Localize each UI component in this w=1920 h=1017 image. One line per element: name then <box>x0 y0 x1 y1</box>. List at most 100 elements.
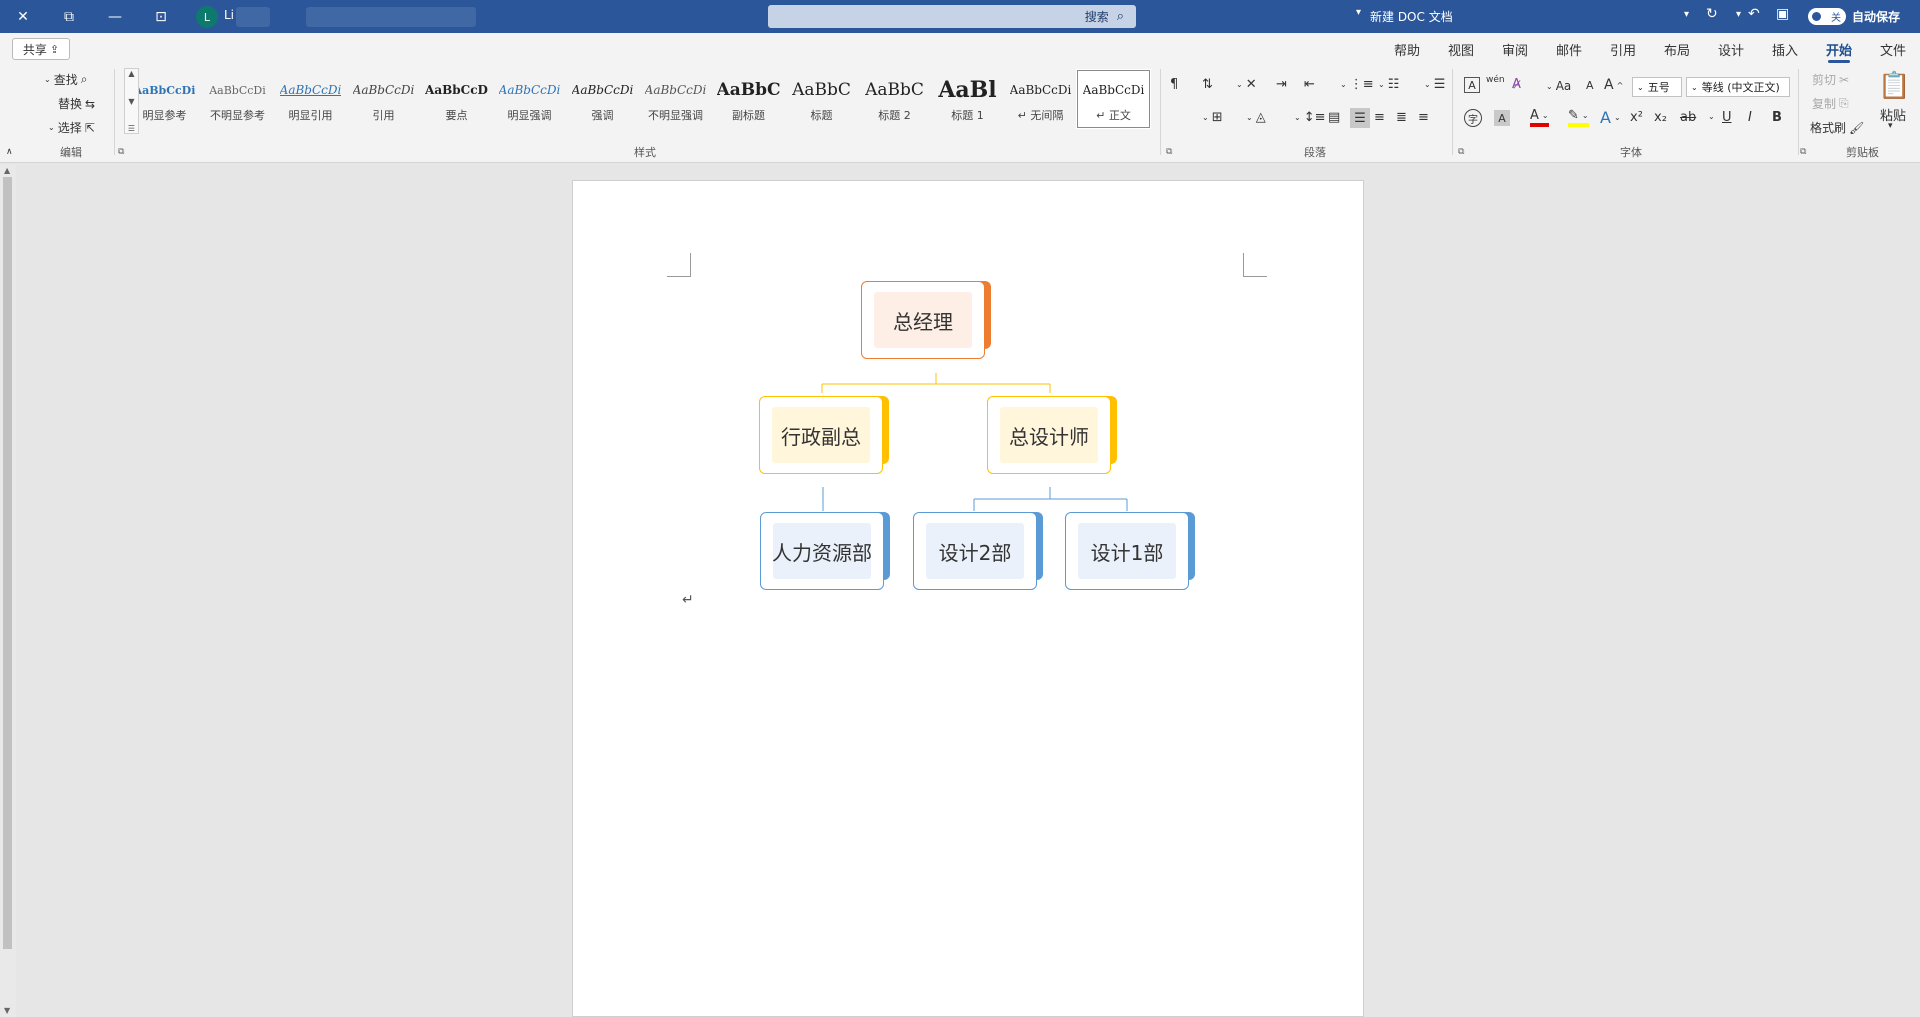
borders-button[interactable]: ⌄ ⊞ <box>1202 110 1223 125</box>
decrease-indent-icon[interactable]: ⇤ <box>1304 77 1315 92</box>
tab-references[interactable]: 引用 <box>1610 40 1636 59</box>
text-effects-button[interactable]: A ⌄ <box>1600 108 1621 127</box>
style-title[interactable]: AaBbC 标题 <box>785 70 858 128</box>
org-node-design-dept-1[interactable]: 设计1部 <box>1065 512 1195 590</box>
tab-mailings[interactable]: 邮件 <box>1556 40 1582 59</box>
style-intense-emphasis[interactable]: AaBbCcDi 明显强调 <box>493 70 566 128</box>
style-heading-1[interactable]: AaBl 标题 1 <box>931 70 1004 128</box>
collapse-ribbon-icon[interactable]: ∧ <box>6 147 13 157</box>
undo-dropdown-icon[interactable]: ▾ <box>1736 9 1741 20</box>
tab-file[interactable]: 文件 <box>1880 40 1906 59</box>
org-node-hr-dept[interactable]: 人力资源部 <box>760 512 890 590</box>
minimize-button[interactable]: — <box>92 0 138 33</box>
grow-font-button[interactable]: A ^ <box>1604 77 1623 93</box>
bold-button[interactable]: B <box>1772 110 1782 125</box>
restore-button[interactable]: ⧉ <box>46 0 92 33</box>
styles-launcher-icon[interactable]: ⧉ <box>118 147 124 157</box>
style-heading-2[interactable]: AaBbC 标题 2 <box>858 70 931 128</box>
underline-dropdown-icon[interactable]: ⌄ <box>1708 112 1715 121</box>
increase-indent-icon[interactable]: ⇥ <box>1276 77 1287 92</box>
style-intense-quote[interactable]: AaBbCcDi 明显引用 <box>274 70 347 128</box>
align-center-icon[interactable]: ≣ <box>1396 110 1407 125</box>
font-name-select[interactable]: ⌄ 等线 (中文正文) <box>1686 77 1790 97</box>
tab-insert[interactable]: 插入 <box>1772 40 1798 59</box>
justify-icon[interactable]: ☰ <box>1350 108 1370 128</box>
strikethrough-button[interactable]: ab <box>1680 110 1696 125</box>
line-spacing-button[interactable]: ⌄ ↕≡ <box>1294 110 1326 125</box>
char-border-icon[interactable]: A <box>1464 77 1480 93</box>
save-icon[interactable]: ▣ <box>1776 6 1789 22</box>
sort-icon[interactable]: ⇅ <box>1202 77 1213 92</box>
paste-icon[interactable]: 📋 <box>1878 71 1910 101</box>
chevron-up-icon[interactable]: ▲ <box>128 69 134 78</box>
replace-button[interactable]: 替换 ⇆ <box>58 95 95 112</box>
underline-button[interactable]: U <box>1722 110 1732 125</box>
close-button[interactable]: ✕ <box>0 0 46 33</box>
scroll-thumb[interactable] <box>3 177 12 949</box>
org-node-root[interactable]: 总经理 <box>861 281 991 359</box>
align-right-icon[interactable]: ≡ <box>1374 110 1385 125</box>
share-button[interactable]: 共享 ⇪ <box>12 38 70 60</box>
highlight-button[interactable]: ✎ ⌄ <box>1568 108 1589 127</box>
cut-button[interactable]: 剪切 ✂ <box>1812 71 1849 88</box>
chinese-layout-button[interactable]: ⌄ ✕ <box>1236 77 1257 92</box>
subscript-button[interactable]: x₂ <box>1654 110 1667 125</box>
style-quote[interactable]: AaBbCcDi 引用 <box>347 70 420 128</box>
style-strong[interactable]: AaBbCcD 要点 <box>420 70 493 128</box>
char-shading-button[interactable]: A <box>1494 110 1510 126</box>
org-node-design-dept-2[interactable]: 设计2部 <box>913 512 1043 590</box>
styles-gallery-scroll[interactable]: ▲ ▼ ☰ <box>124 68 139 134</box>
font-color-button[interactable]: A ⌄ <box>1530 108 1549 127</box>
style-emphasis[interactable]: AaBbCcDi 强调 <box>566 70 639 128</box>
avatar[interactable]: L <box>196 6 218 28</box>
document-title[interactable]: 新建 DOC 文档 <box>1370 8 1453 25</box>
shading-button[interactable]: ⌄ ◬ <box>1246 110 1266 125</box>
autosave-toggle[interactable]: 关 <box>1808 8 1846 25</box>
scroll-down-icon[interactable]: ▼ <box>4 1006 10 1015</box>
customize-qat-icon[interactable]: ▾ <box>1684 9 1689 20</box>
title-dropdown-icon[interactable]: ▾ <box>1356 7 1361 18</box>
more-styles-icon[interactable]: ☰ <box>128 124 135 133</box>
clipboard-launcher-icon[interactable]: ⧉ <box>1800 147 1806 157</box>
select-button[interactable]: ⌄ 选择 ⇱ <box>48 119 95 136</box>
enclose-char-button[interactable]: 字 <box>1464 109 1482 127</box>
undo-icon[interactable]: ↶ <box>1748 6 1760 22</box>
paragraph-launcher-icon[interactable]: ⧉ <box>1166 147 1172 157</box>
clear-format-icon[interactable]: A̷ <box>1512 77 1521 92</box>
tab-help[interactable]: 帮助 <box>1394 40 1420 59</box>
tab-view[interactable]: 视图 <box>1448 40 1474 59</box>
tab-home[interactable]: 开始 <box>1826 40 1852 63</box>
search-input[interactable]: 搜索 ⌕ <box>768 5 1136 28</box>
tab-layout[interactable]: 布局 <box>1664 40 1690 59</box>
style-normal[interactable]: AaBbCcDi ↵ 正文 <box>1076 69 1151 129</box>
change-case-button[interactable]: ⌄ Aa <box>1546 79 1571 93</box>
format-painter-button[interactable]: 格式刷 🖌 <box>1810 119 1864 136</box>
org-node-admin-vp[interactable]: 行政副总 <box>759 396 889 474</box>
numbering-button[interactable]: ⌄ ☷ <box>1378 77 1399 92</box>
find-button[interactable]: ⌄ 查找 ⌕ <box>44 71 87 88</box>
paste-button[interactable]: 粘贴 <box>1880 105 1906 124</box>
tab-review[interactable]: 审阅 <box>1502 40 1528 59</box>
font-size-select[interactable]: ⌄ 五号 <box>1632 77 1682 97</box>
italic-button[interactable]: I <box>1748 110 1752 125</box>
font-launcher-icon[interactable]: ⧉ <box>1458 147 1464 157</box>
scroll-up-icon[interactable]: ▲ <box>4 166 10 175</box>
chevron-down-icon[interactable]: ▼ <box>128 97 134 106</box>
redo-icon[interactable]: ↻ <box>1706 6 1718 22</box>
show-marks-icon[interactable]: ¶ <box>1170 77 1178 92</box>
bullets-button[interactable]: ⌄ ☰ <box>1424 77 1445 92</box>
align-left-icon[interactable]: ≡ <box>1418 110 1429 125</box>
copy-button[interactable]: 复制 ⎘ <box>1812 95 1849 112</box>
org-node-chief-designer[interactable]: 总设计师 <box>987 396 1117 474</box>
distributed-icon[interactable]: ▤ <box>1328 110 1340 125</box>
vertical-scrollbar[interactable]: ▲ ▼ <box>0 165 16 1017</box>
shrink-font-button[interactable]: A <box>1586 79 1594 92</box>
superscript-button[interactable]: x² <box>1630 110 1643 125</box>
phonetic-guide-button[interactable]: wén <box>1486 75 1505 85</box>
multilevel-list-button[interactable]: ⌄ ⋮≡ <box>1340 77 1374 92</box>
style-subtle-reference[interactable]: AaBbCcDi 不明显参考 <box>201 70 274 128</box>
style-subtle-emphasis[interactable]: AaBbCcDi 不明显强调 <box>639 70 712 128</box>
tab-design[interactable]: 设计 <box>1718 40 1744 59</box>
style-no-spacing[interactable]: AaBbCcDi ↵ 无间隔 <box>1004 70 1077 128</box>
ribbon-display-button[interactable]: ⊡ <box>138 0 184 33</box>
